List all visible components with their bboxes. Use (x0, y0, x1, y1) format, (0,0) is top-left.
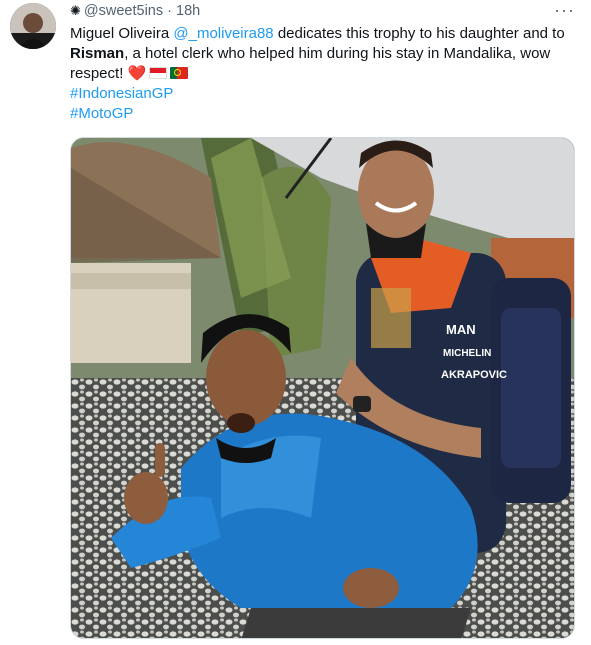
sun-badge-icon: ✺ (70, 3, 81, 18)
hashtag-link[interactable]: #MotoGP (70, 104, 575, 124)
jersey-text-michelin: MICHELIN (443, 348, 491, 359)
separator-dot: · (167, 3, 172, 19)
jersey-text-man: MAN (446, 322, 476, 337)
portugal-flag-icon (170, 67, 189, 79)
tweet-photo[interactable]: MAN MICHELIN AKRAPOVIC (70, 137, 575, 639)
hashtag-link[interactable]: #IndonesianGP (70, 84, 575, 104)
heart-emoji: ❤️ (127, 65, 147, 82)
tweet-text-part: Miguel Oliveira (70, 25, 174, 42)
tweet: ✺ @sweet5ins · 18h ··· Miguel Oliveira @_… (0, 0, 591, 645)
bold-name: Risman (70, 45, 125, 62)
avatar[interactable] (10, 3, 56, 49)
tweet-header: ✺ @sweet5ins · 18h (70, 3, 200, 23)
more-options-icon[interactable]: ··· (554, 0, 575, 21)
tweet-timestamp[interactable]: 18h (176, 3, 200, 19)
tweet-text-part: dedicates this trophy to his daughter an… (273, 25, 565, 42)
user-handle[interactable]: @sweet5ins (84, 3, 163, 19)
jersey-text-akrapovic: AKRAPOVIC (441, 369, 507, 381)
tweet-text: Miguel Oliveira @_moliveira88 dedicates … (70, 24, 575, 124)
photo-illustration: MAN MICHELIN AKRAPOVIC (71, 138, 574, 638)
mention-link[interactable]: @_moliveira88 (173, 25, 273, 42)
indonesia-flag-icon (149, 67, 168, 79)
